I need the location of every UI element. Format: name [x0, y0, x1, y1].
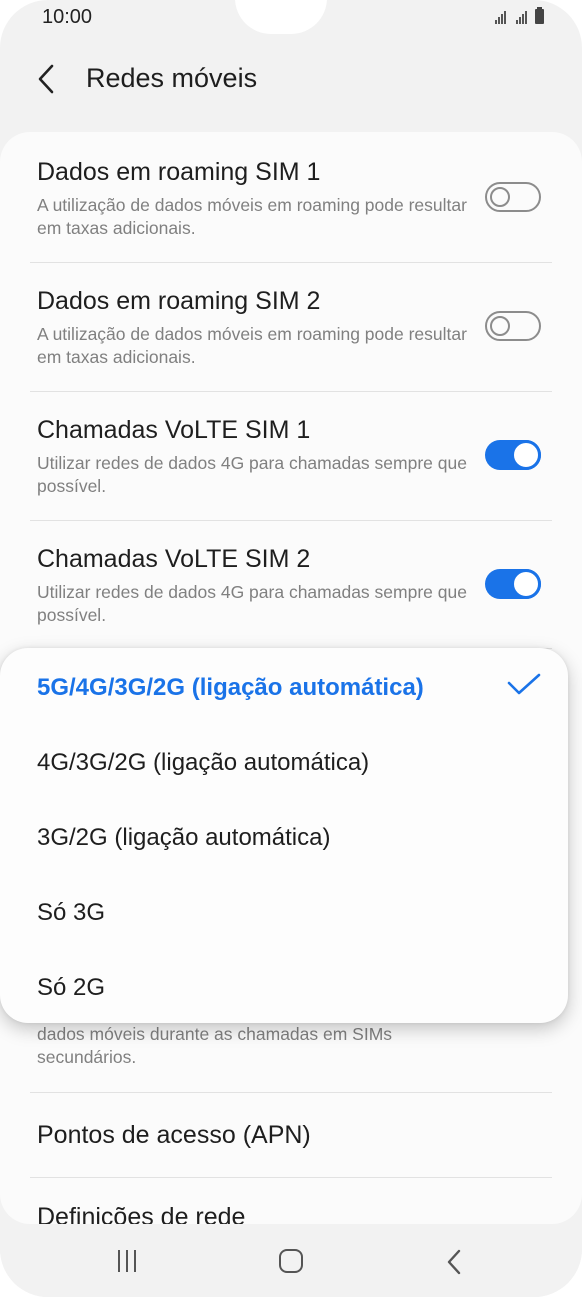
check-icon [507, 673, 541, 695]
setting-volte-sim1[interactable]: Chamadas VoLTE SIM 1 Utilizar redes de d… [0, 391, 582, 520]
toggle-knob [511, 569, 541, 599]
network-mode-option[interactable]: 3G/2G (ligação automática) [37, 824, 330, 852]
battery-icon [535, 7, 544, 24]
network-mode-option[interactable]: Só 3G [37, 899, 105, 927]
setting-title: Dados em roaming SIM 1 [37, 158, 321, 186]
network-mode-option[interactable]: 5G/4G/3G/2G (ligação automática) [37, 674, 424, 702]
status-icons [495, 7, 544, 24]
network-mode-option[interactable]: 4G/3G/2G (ligação automática) [37, 749, 369, 777]
setting-subtitle: A utilização de dados móveis em roaming … [37, 195, 467, 238]
back-icon[interactable] [444, 1248, 464, 1276]
setting-title: Chamadas VoLTE SIM 2 [37, 545, 311, 573]
setting-volte-sim2[interactable]: Chamadas VoLTE SIM 2 Utilizar redes de d… [0, 520, 582, 648]
setting-subtitle: Utilizar redes de dados 4G para chamadas… [37, 453, 467, 496]
toggle-knob [511, 440, 541, 470]
roaming-sim2-toggle[interactable] [485, 311, 541, 341]
page-title: Redes móveis [86, 63, 258, 93]
phone-screen: 10:00 Redes móveis Dados em roaming SIM … [0, 0, 582, 1297]
network-mode-option[interactable]: Só 2G [37, 974, 105, 1002]
app-bar: Redes móveis [0, 48, 582, 110]
roaming-sim1-toggle[interactable] [485, 182, 541, 212]
home-icon[interactable] [279, 1249, 303, 1273]
toggle-knob [490, 316, 510, 336]
setting-title: Chamadas VoLTE SIM 1 [37, 416, 311, 444]
status-time: 10:00 [42, 6, 93, 28]
signal-sim2-icon [516, 10, 527, 24]
toggle-knob [490, 187, 510, 207]
volte-sim1-toggle[interactable] [485, 440, 541, 470]
signal-sim1-icon [495, 10, 506, 24]
status-bar: 10:00 [0, 0, 582, 38]
setting-apn[interactable]: Pontos de acesso (APN) [0, 1092, 582, 1177]
setting-title: Pontos de acesso (APN) [37, 1121, 311, 1149]
setting-subtitle: dados móveis durante as chamadas em SIMs… [37, 1024, 393, 1067]
setting-title: Dados em roaming SIM 2 [37, 287, 321, 315]
volte-sim2-toggle[interactable] [485, 569, 541, 599]
chevron-left-icon[interactable] [30, 62, 64, 96]
setting-roaming-sim2[interactable]: Dados em roaming SIM 2 A utilização de d… [0, 262, 582, 391]
network-mode-menu: 5G/4G/3G/2G (ligação automática) 4G/3G/2… [0, 648, 568, 1023]
setting-network[interactable]: Definições de rede [0, 1177, 582, 1224]
setting-roaming-sim1[interactable]: Dados em roaming SIM 1 A utilização de d… [0, 132, 582, 262]
setting-subtitle: Utilizar redes de dados 4G para chamadas… [37, 582, 467, 625]
setting-subtitle: A utilização de dados móveis em roaming … [37, 324, 467, 367]
recent-apps-icon[interactable] [118, 1250, 140, 1272]
navigation-bar [0, 1224, 582, 1297]
setting-title: Definições de rede [37, 1203, 246, 1224]
